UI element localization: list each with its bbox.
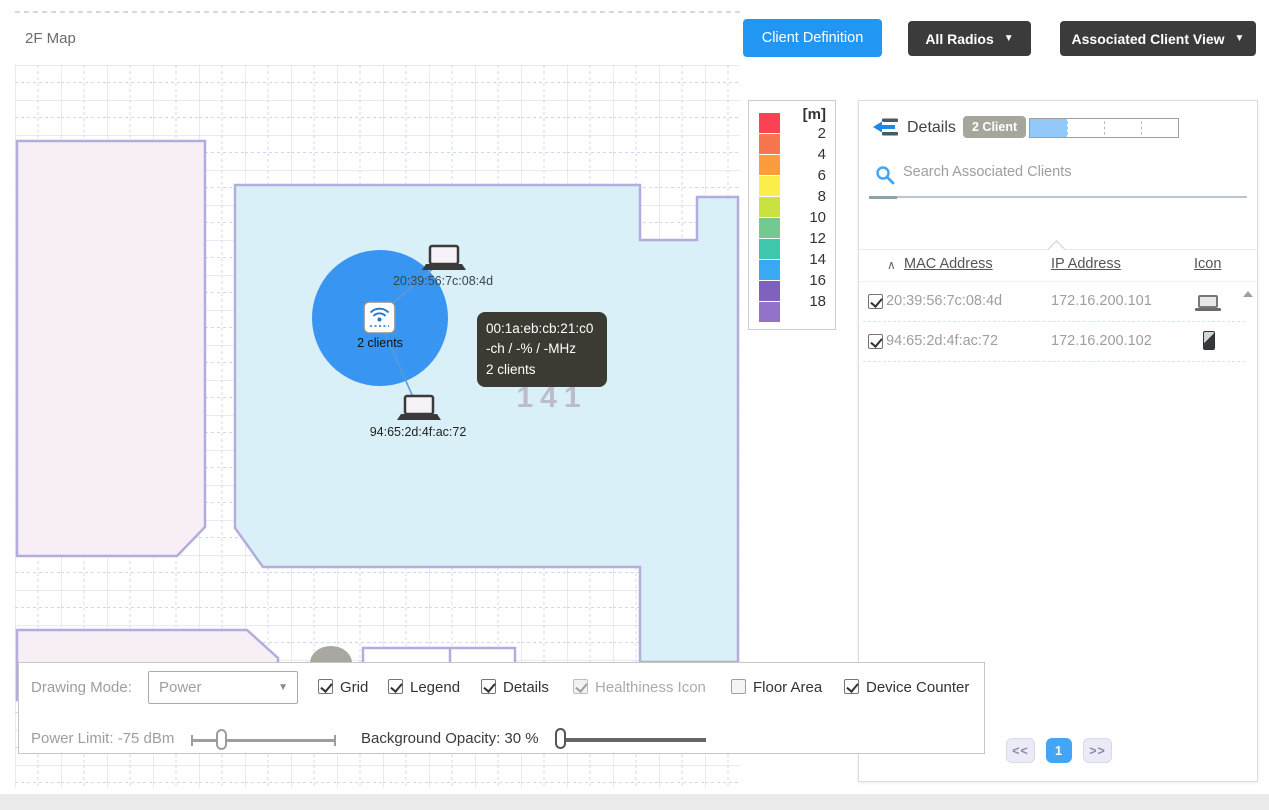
legend-swatch [759,260,780,280]
row2-mac: 94:65:2d:4f:ac:72 [886,333,998,349]
healthiness-icon-checkbox-label: Healthiness Icon [595,679,706,696]
distance-legend: [m] 2 4 6 8 10 12 14 16 18 [748,100,836,330]
client-capacity-fill [1030,119,1067,137]
legend-swatch [759,155,780,175]
row1-checkbox[interactable] [868,294,883,309]
page-title: 2F Map [25,30,76,47]
ap-client-counter: 2 clients [357,336,403,350]
floor-area-checkbox-label[interactable]: Floor Area [753,679,822,696]
details-checkbox[interactable] [481,679,496,694]
tooltip-bssid: 00:1a:eb:cb:21:c0 [486,319,598,339]
legend-tick: 2 [796,125,826,142]
healthiness-icon-checkbox [573,679,588,694]
bottom-scroll-band[interactable] [0,794,1269,810]
search-input[interactable] [903,164,1233,180]
device-counter-checkbox[interactable] [844,679,859,694]
capacity-separator [1067,121,1068,135]
column-header-icon[interactable]: Icon [1194,256,1221,272]
associated-client-view-dropdown[interactable]: Associated Client View ▼ [1060,21,1256,56]
scroll-up-arrow[interactable] [1243,291,1253,297]
column-header-ip[interactable]: IP Address [1051,256,1121,272]
legend-swatch [759,113,780,133]
chevron-down-icon: ▼ [1235,33,1245,44]
background-opacity-label: Background Opacity: 30 % [361,730,539,747]
client2-mac-label: 94:65:2d:4f:ac:72 [370,425,467,439]
room-pink-upper [17,141,205,556]
legend-swatch [759,197,780,217]
column-header-mac[interactable]: MAC Address [904,256,993,272]
power-limit-slider-tick-right [334,735,336,746]
associated-client-view-label: Associated Client View [1072,31,1225,47]
legend-tick: 16 [796,272,826,289]
legend-tick: 6 [796,167,826,184]
legend-swatch [759,134,780,154]
drawing-mode-label: Drawing Mode: [31,679,132,696]
legend-swatch [759,239,780,259]
legend-unit-label: [m] [803,106,826,123]
access-point-icon[interactable] [364,302,395,333]
legend-tick: 18 [796,293,826,310]
pagination-prev-button[interactable]: << [1006,738,1035,763]
client-capacity-bar [1029,118,1179,138]
legend-swatch [759,281,780,301]
client1-mac-label: 20:39:56:7c:08:4d [393,274,493,288]
background-opacity-slider-handle[interactable] [555,728,566,749]
grid-checkbox[interactable] [318,679,333,694]
client-count-badge: 2 Client [963,116,1026,138]
legend-tick: 8 [796,188,826,205]
grid-checkbox-label[interactable]: Grid [340,679,368,696]
app-window: 14 1 20:39:56:7c:08:4d 94:65:2d:4f:ac:72 … [0,0,1269,810]
legend-tick: 12 [796,230,826,247]
chevron-down-icon: ▼ [1004,33,1014,44]
floor-area-checkbox[interactable] [731,679,746,694]
power-limit-slider-handle[interactable] [216,729,227,750]
tooltip-channel: -ch / -% / -MHz [486,339,598,359]
sort-ascending-icon[interactable]: ∧ [887,258,896,272]
details-title: Details [907,119,956,137]
smartphone-icon [1203,331,1215,350]
ap-tooltip: 00:1a:eb:cb:21:c0 -ch / -% / -MHz 2 clie… [477,312,607,387]
table-row[interactable]: 20:39:56:7c:08:4d 172.16.200.101 [859,281,1257,321]
legend-tick: 14 [796,251,826,268]
tooltip-clients: 2 clients [486,360,598,380]
chevron-down-icon: ▼ [278,682,288,693]
legend-checkbox-label[interactable]: Legend [410,679,460,696]
row1-mac: 20:39:56:7c:08:4d [886,293,1002,309]
device-counter-checkbox-label[interactable]: Device Counter [866,679,969,696]
row2-ip: 172.16.200.102 [1051,333,1152,349]
legend-tick: 4 [796,146,826,163]
all-radios-label: All Radios [925,31,993,47]
pagination-next-button[interactable]: >> [1083,738,1112,763]
row-separator [863,361,1245,362]
client-definition-button[interactable]: Client Definition [743,19,882,57]
capacity-separator [1104,121,1105,135]
details-checkbox-label[interactable]: Details [503,679,549,696]
row1-ip: 172.16.200.101 [1051,293,1152,309]
drawing-mode-select[interactable]: Power ▼ [148,671,298,704]
power-limit-slider-track[interactable] [191,739,336,742]
map-controls-bar: Drawing Mode: Power ▼ Grid Legend Detail… [18,662,985,754]
power-limit-label: Power Limit: -75 dBm [31,730,174,747]
legend-checkbox[interactable] [388,679,403,694]
legend-swatch [759,218,780,238]
legend-swatch [759,176,780,196]
all-radios-dropdown[interactable]: All Radios ▼ [908,21,1031,56]
search-underline [869,196,1247,198]
drawing-mode-value: Power [159,679,202,696]
background-opacity-slider-track[interactable] [564,738,706,742]
legend-tick: 10 [796,209,826,226]
pagination-page-1[interactable]: 1 [1046,738,1072,763]
capacity-separator [1141,121,1142,135]
laptop-icon [1195,295,1221,312]
legend-swatch [759,302,780,322]
back-arrow-icon[interactable] [873,117,899,137]
search-icon [875,165,895,185]
row2-checkbox[interactable] [868,334,883,349]
power-limit-slider-tick-left [191,735,193,746]
table-row[interactable]: 94:65:2d:4f:ac:72 172.16.200.102 [859,321,1257,361]
